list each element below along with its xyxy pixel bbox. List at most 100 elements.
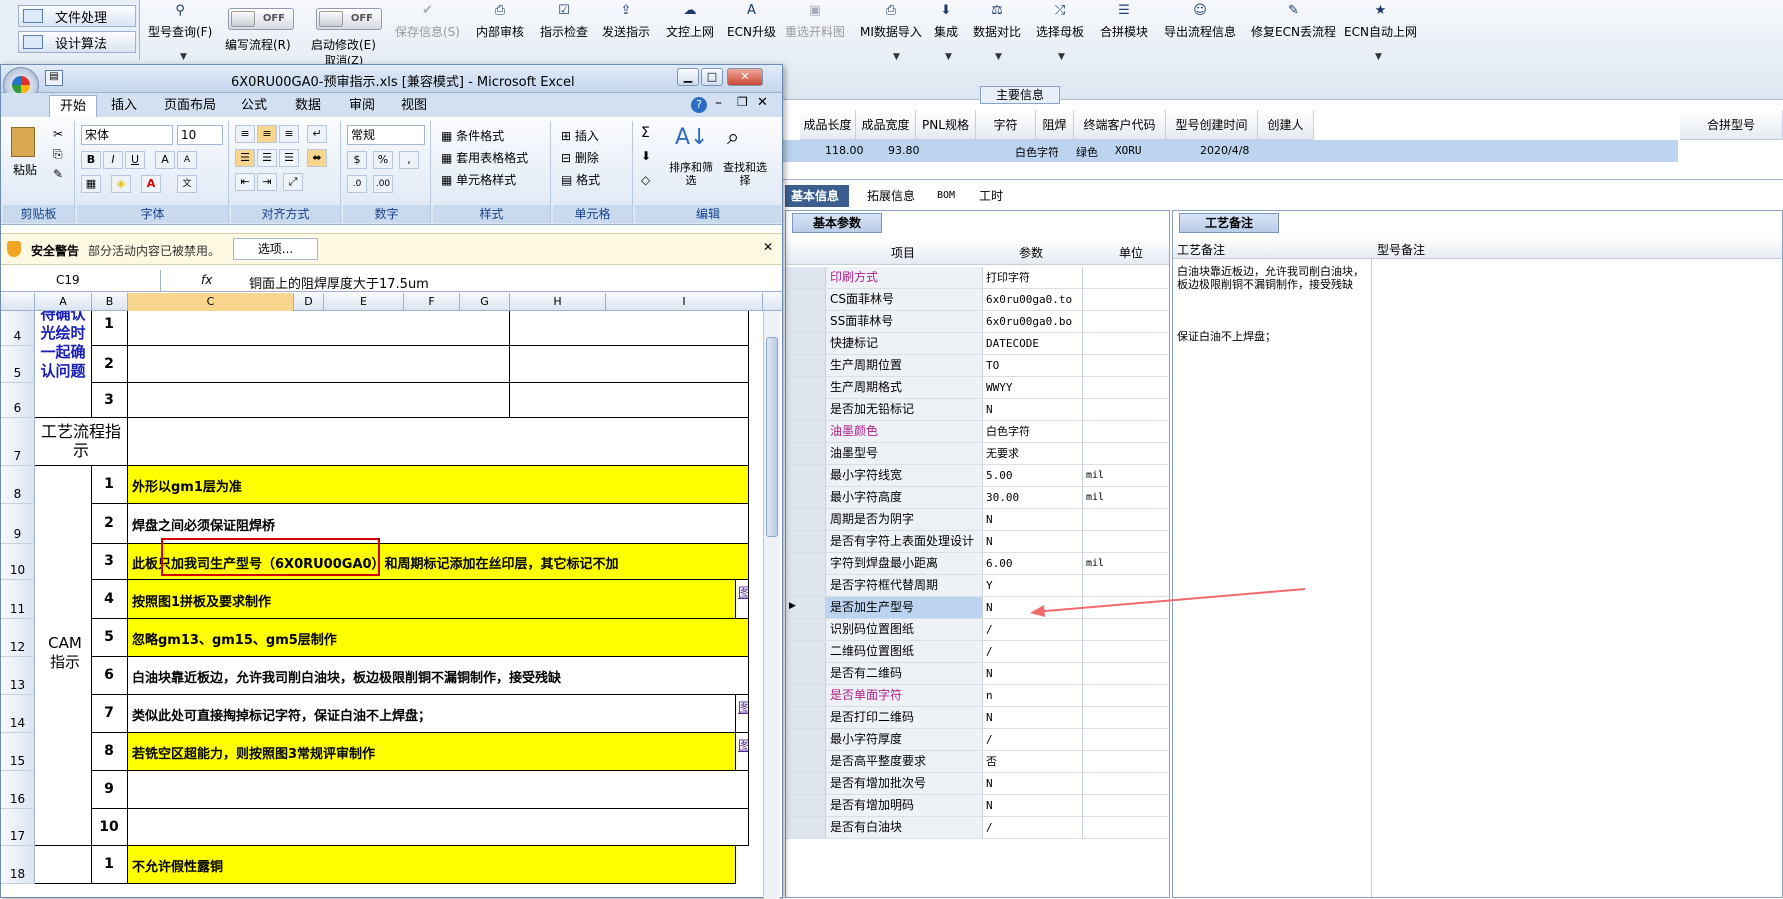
basic-params-caption[interactable]: 基本参数 bbox=[792, 213, 882, 233]
scroll-thumb[interactable] bbox=[766, 337, 778, 537]
align-bottom-icon[interactable]: ≡ bbox=[279, 125, 299, 143]
close-workbook-icon[interactable]: ✕ bbox=[757, 95, 768, 110]
chevron-down-icon[interactable]: ▼ bbox=[995, 52, 1002, 62]
font-name-select[interactable]: 宋体 bbox=[81, 125, 173, 145]
row-indicator[interactable]: ▶ bbox=[786, 597, 826, 618]
row-indicator[interactable] bbox=[786, 399, 826, 420]
fx-icon[interactable]: fx bbox=[201, 273, 212, 287]
wrap-text-icon[interactable]: ↵ bbox=[307, 125, 327, 143]
autosum-icon[interactable]: Σ bbox=[641, 125, 650, 141]
fix-ecn-flow-button[interactable]: ✎ 修复ECN丢流程 bbox=[1251, 4, 1336, 40]
decrease-decimal-icon[interactable]: .00 bbox=[373, 175, 393, 193]
paste-button[interactable]: 粘贴 bbox=[13, 161, 37, 178]
row-indicator[interactable] bbox=[786, 509, 826, 530]
row-indicator[interactable] bbox=[786, 619, 826, 640]
param-value[interactable]: / bbox=[983, 619, 1083, 640]
grid-header[interactable]: 创建人 bbox=[1258, 110, 1314, 140]
row-indicator[interactable] bbox=[786, 707, 826, 728]
param-value[interactable]: N bbox=[983, 663, 1083, 684]
restore-icon[interactable]: ❐ bbox=[737, 95, 748, 109]
start-modify-toggle[interactable]: OFF bbox=[316, 8, 382, 30]
param-value[interactable]: 6x0ru00ga0.to bbox=[983, 289, 1083, 310]
paste-icon[interactable] bbox=[11, 127, 35, 157]
param-row[interactable]: 油墨型号 无要求 bbox=[786, 443, 1169, 465]
param-row[interactable]: 最小字符厚度 / bbox=[786, 729, 1169, 751]
format-as-table-button[interactable]: ▦ 套用表格格式 bbox=[441, 149, 528, 166]
align-top-icon[interactable]: ≡ bbox=[235, 125, 255, 143]
tab-extended-info[interactable]: 拓展信息 bbox=[861, 185, 921, 207]
row-header[interactable]: 12 bbox=[1, 619, 35, 657]
row-header[interactable]: 16 bbox=[1, 771, 35, 809]
number-cell[interactable]: 7 bbox=[92, 695, 128, 733]
content-cell[interactable] bbox=[510, 383, 749, 418]
underline-button[interactable]: U bbox=[125, 151, 145, 169]
row-indicator[interactable] bbox=[786, 641, 826, 662]
param-row[interactable]: 是否有增加批次号 N bbox=[786, 773, 1169, 795]
link-cell[interactable]: 图1( bbox=[736, 580, 749, 619]
param-value[interactable]: 白色字符 bbox=[983, 421, 1083, 442]
cell-styles-button[interactable]: ▦ 单元格样式 bbox=[441, 171, 516, 188]
param-value[interactable]: WWYY bbox=[983, 377, 1083, 398]
chevron-down-icon[interactable]: ▼ bbox=[945, 52, 952, 62]
col-header-f[interactable]: F bbox=[404, 293, 460, 311]
main-info-caption[interactable]: 主要信息 bbox=[980, 86, 1060, 104]
internal-review-button[interactable]: ⎙ 内部审核 bbox=[476, 4, 524, 40]
tab-data[interactable]: 数据 bbox=[285, 95, 331, 117]
col-param[interactable]: 参数 bbox=[1019, 244, 1043, 261]
param-row[interactable]: 是否有二维码 N bbox=[786, 663, 1169, 685]
row-header[interactable]: 6 bbox=[1, 383, 35, 418]
increase-decimal-icon[interactable]: .0 bbox=[347, 175, 367, 193]
param-row[interactable]: 是否有字符上表面处理设计 N bbox=[786, 531, 1169, 553]
row-indicator[interactable] bbox=[786, 289, 826, 310]
param-row[interactable]: 字符到焊盘最小距离 6.00 mil bbox=[786, 553, 1169, 575]
number-cell[interactable]: 10 bbox=[92, 809, 128, 846]
content-cell[interactable] bbox=[128, 383, 510, 418]
param-value[interactable]: 5.00 bbox=[983, 465, 1083, 486]
shrink-font-icon[interactable]: A bbox=[177, 151, 197, 169]
merge-module-button[interactable]: ☰ 合拼模块 bbox=[1100, 4, 1148, 40]
number-cell[interactable]: 1 bbox=[92, 311, 128, 346]
label-cell[interactable] bbox=[35, 846, 92, 884]
flow-content-cell[interactable] bbox=[128, 418, 749, 466]
param-row[interactable]: 生产周期格式 WWYY bbox=[786, 377, 1169, 399]
bold-button[interactable]: B bbox=[81, 151, 101, 169]
instruction-cell[interactable]: 白油块靠近板边，允许我司削白油块，板边极限削铜不漏铜制作，接受残缺 bbox=[128, 657, 749, 695]
col-model-note[interactable]: 型号备注 bbox=[1377, 241, 1425, 258]
instruction-cell[interactable]: 外形以gm1层为准 bbox=[128, 466, 749, 504]
number-cell[interactable]: 6 bbox=[92, 657, 128, 695]
select-all-corner[interactable] bbox=[1, 293, 35, 311]
row-indicator[interactable] bbox=[786, 333, 826, 354]
row-indicator[interactable] bbox=[786, 795, 826, 816]
row-indicator[interactable] bbox=[786, 311, 826, 332]
grid-header[interactable]: 成品长度 bbox=[800, 110, 856, 140]
col-header-c[interactable]: C bbox=[128, 293, 294, 311]
grid-header[interactable]: 终端客户代码 bbox=[1074, 110, 1166, 140]
row-header[interactable]: 4 bbox=[1, 311, 35, 346]
data-compare-button[interactable]: ⚖ 数据对比 bbox=[973, 4, 1021, 40]
vertical-scrollbar[interactable] bbox=[763, 311, 780, 899]
link-cell[interactable]: 图2( bbox=[736, 695, 749, 733]
grid-header[interactable]: 字符 bbox=[976, 110, 1036, 140]
row-indicator[interactable] bbox=[786, 421, 826, 442]
tab-page-layout[interactable]: 页面布局 bbox=[154, 95, 226, 117]
grid-header[interactable]: PNL规格 bbox=[916, 110, 976, 140]
param-value[interactable]: N bbox=[983, 707, 1083, 728]
param-row[interactable]: 是否有增加明码 N bbox=[786, 795, 1169, 817]
col-header-i[interactable]: I bbox=[606, 293, 763, 311]
param-row[interactable]: 是否有白油块 / bbox=[786, 817, 1169, 839]
param-row[interactable]: 最小字符高度 30.00 mil bbox=[786, 487, 1169, 509]
col-unit[interactable]: 单位 bbox=[1119, 244, 1143, 261]
param-row[interactable]: 周期是否为阴字 N bbox=[786, 509, 1169, 531]
decrease-indent-icon[interactable]: ⇤ bbox=[235, 173, 255, 191]
param-row[interactable]: 印刷方式 打印字符 bbox=[786, 267, 1169, 289]
align-middle-icon[interactable]: ≡ bbox=[257, 125, 277, 143]
grid-header[interactable]: 成品宽度 bbox=[856, 110, 916, 140]
number-cell[interactable]: 3 bbox=[92, 544, 128, 580]
param-value[interactable]: 否 bbox=[983, 751, 1083, 772]
currency-icon[interactable]: $ bbox=[347, 151, 367, 169]
param-row[interactable]: 是否单面字符 n bbox=[786, 685, 1169, 707]
align-right-icon[interactable]: ☰ bbox=[279, 149, 299, 167]
param-row[interactable]: SS面菲林号 6x0ru00ga0.bo bbox=[786, 311, 1169, 333]
select-mother-board-button[interactable]: ⤮ 选择母板 bbox=[1036, 4, 1084, 40]
row-header[interactable]: 11 bbox=[1, 580, 35, 619]
